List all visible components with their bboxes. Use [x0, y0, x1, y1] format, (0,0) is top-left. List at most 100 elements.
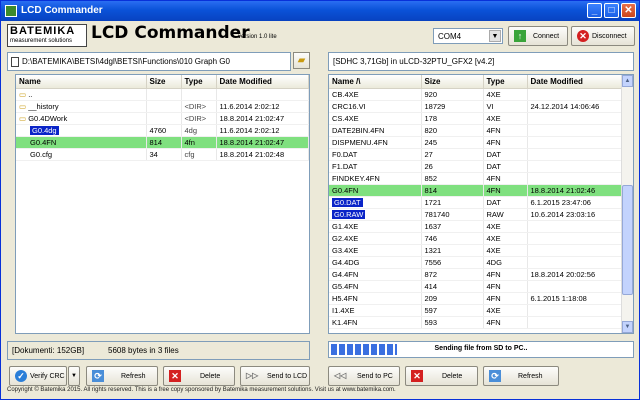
table-row[interactable]: F0.DAT 27 DAT: [329, 148, 623, 161]
table-row[interactable]: G5.4FN 414 4FN: [329, 280, 623, 293]
row-name: G0.4DWork: [28, 113, 68, 123]
row-type: DAT: [483, 148, 528, 161]
table-row[interactable]: G0.4FN 814 4FN 18.8.2014 21:02:46: [329, 184, 623, 197]
row-name: CRC16.VI: [329, 100, 422, 113]
connect-label: Connect: [533, 33, 560, 40]
column-size[interactable]: Size: [146, 75, 182, 89]
row-size: [146, 88, 182, 101]
refresh-local-label: Refresh: [121, 373, 146, 380]
row-name: DATE2BIN.4FN: [329, 124, 422, 137]
device-list-scrollbar[interactable]: ▲ ▼: [621, 75, 633, 333]
row-size: 34: [146, 148, 182, 161]
verify-crc-dropdown[interactable]: ▼: [68, 366, 80, 386]
column-name[interactable]: Name: [16, 75, 147, 89]
table-row[interactable]: G0.DAT 1721 DAT 6.1.2015 23:47:06: [329, 196, 623, 209]
column-date[interactable]: Date Modified: [216, 75, 309, 89]
row-size: 178: [421, 112, 484, 125]
table-row[interactable]: DATE2BIN.4FN 820 4FN: [329, 124, 623, 137]
table-row[interactable]: G0.RAW 781740 RAW 10.6.2014 23:03:16: [329, 208, 623, 221]
refresh-device-button[interactable]: ⟳ Refresh: [483, 366, 559, 386]
table-row[interactable]: DISPMENU.4FN 245 4FN: [329, 136, 623, 149]
table-row[interactable]: G3.4XE 1321 4XE: [329, 244, 623, 257]
column-size[interactable]: Size: [421, 75, 484, 89]
table-row[interactable]: G4.4FN 872 4FN 18.8.2014 20:02:56: [329, 268, 623, 281]
row-name: G0.4dg: [30, 125, 59, 135]
column-date[interactable]: Date Modified: [527, 75, 623, 89]
row-size: 245: [421, 136, 484, 149]
row-name: CS.4XE: [329, 112, 422, 125]
table-row[interactable]: I1.4XE 597 4XE: [329, 304, 623, 317]
table-row[interactable]: G0.4FN 814 4fn 18.8.2014 21:02:47: [16, 136, 309, 149]
row-type: 4FN: [483, 184, 528, 197]
row-name: F0.DAT: [329, 148, 422, 161]
delete-local-label: Delete: [200, 373, 221, 380]
forward-icon: ▷▷: [246, 371, 259, 380]
row-size: 814: [146, 136, 182, 149]
scroll-thumb[interactable]: [622, 185, 633, 295]
table-row[interactable]: G0.4dg 4760 4dg 11.6.2014 2:02:12: [16, 124, 309, 137]
title-bar[interactable]: LCD Commander _ □ ✕: [1, 1, 639, 21]
table-row[interactable]: F1.DAT 26 DAT: [329, 160, 623, 173]
folder-icon: ▭: [19, 101, 27, 111]
row-size: 18729: [421, 100, 484, 113]
row-name: CB.4XE: [329, 88, 422, 101]
row-type: 4FN: [483, 136, 528, 149]
device-path: [SDHC 3,71Gb] in uLCD-32PTU_GFX2 [v4.2]: [333, 57, 495, 66]
row-type: 4fn: [181, 136, 217, 149]
close-button[interactable]: ✕: [621, 3, 636, 18]
disconnect-button[interactable]: ✕ Disconnect: [571, 26, 635, 46]
device-file-list[interactable]: Name /\ Size Type Date Modified CB.4XE 92…: [328, 74, 634, 334]
minimize-button[interactable]: _: [587, 3, 602, 18]
send-to-lcd-button[interactable]: ▷▷ Send to LCD: [240, 366, 310, 386]
row-type: <DIR>: [181, 112, 217, 125]
row-date: 18.8.2014 21:02:46: [527, 184, 623, 197]
scroll-up-icon[interactable]: ▲: [622, 75, 633, 87]
file-icon: [11, 57, 19, 67]
verify-crc-button[interactable]: ✓ Verify CRC: [9, 366, 67, 386]
table-row[interactable]: FINDKEY.4FN 852 4FN: [329, 172, 623, 185]
table-row[interactable]: K1.4FN 593 4FN: [329, 316, 623, 329]
back-icon: ◁◁: [334, 371, 347, 380]
table-row[interactable]: G4.4DG 7556 4DG: [329, 256, 623, 269]
verify-crc-label: Verify CRC: [30, 373, 65, 380]
column-name[interactable]: Name /\: [329, 75, 422, 89]
send-to-pc-label: Send to PC: [357, 373, 393, 380]
local-path-field[interactable]: D:\BATEMIKA\BETSI\4dgl\BETSI\Functions\0…: [7, 52, 291, 71]
scroll-down-icon[interactable]: ▼: [622, 321, 633, 333]
table-row[interactable]: CS.4XE 178 4XE: [329, 112, 623, 125]
folder-icon: ▭: [19, 89, 27, 99]
table-row[interactable]: G2.4XE 746 4XE: [329, 232, 623, 245]
row-date: [527, 148, 623, 161]
row-size: 920: [421, 88, 484, 101]
row-date: 6.1.2015 1:18:08: [527, 292, 623, 305]
table-row[interactable]: G1.4XE 1637 4XE: [329, 220, 623, 233]
table-row[interactable]: CRC16.VI 18729 VI 24.12.2014 14:06:46: [329, 100, 623, 113]
delete-local-button[interactable]: ✕ Delete: [163, 366, 235, 386]
row-size: 781740: [421, 208, 484, 221]
table-row[interactable]: CB.4XE 920 4XE: [329, 88, 623, 101]
send-to-pc-button[interactable]: ◁◁ Send to PC: [328, 366, 400, 386]
progress-text: Sending file from SD to PC..: [434, 345, 528, 352]
table-row[interactable]: ▭ G0.4DWork <DIR> 18.8.2014 21:02:47: [16, 112, 309, 125]
refresh-device-label: Refresh: [518, 373, 543, 380]
port-select[interactable]: COM4 ▼: [433, 28, 503, 44]
table-row[interactable]: G0.cfg 34 cfg 18.8.2014 21:02:48: [16, 148, 309, 161]
row-name: G0.cfg: [30, 149, 53, 159]
table-row[interactable]: ▭ __history <DIR> 11.6.2014 2:02:12: [16, 100, 309, 113]
refresh-local-button[interactable]: ⟳ Refresh: [86, 366, 158, 386]
maximize-button[interactable]: □: [604, 3, 619, 18]
delete-icon: ✕: [411, 370, 423, 382]
folder-icon[interactable]: ▰: [293, 52, 310, 69]
row-size: 7556: [421, 256, 484, 269]
table-row[interactable]: H5.4FN 209 4FN 6.1.2015 1:18:08: [329, 292, 623, 305]
table-row[interactable]: ▭ ..: [16, 88, 309, 101]
row-size: 1637: [421, 220, 484, 233]
row-name: G0.4FN: [329, 184, 422, 197]
row-date: 10.6.2014 23:03:16: [527, 208, 623, 221]
delete-device-button[interactable]: ✕ Delete: [405, 366, 478, 386]
chevron-down-icon[interactable]: ▼: [489, 30, 501, 42]
connect-button[interactable]: ↑ Connect: [508, 26, 568, 46]
column-type[interactable]: Type: [483, 75, 528, 89]
column-type[interactable]: Type: [181, 75, 217, 89]
local-file-list[interactable]: Name Size Type Date Modified ▭ .. ▭ __hi…: [15, 74, 310, 334]
